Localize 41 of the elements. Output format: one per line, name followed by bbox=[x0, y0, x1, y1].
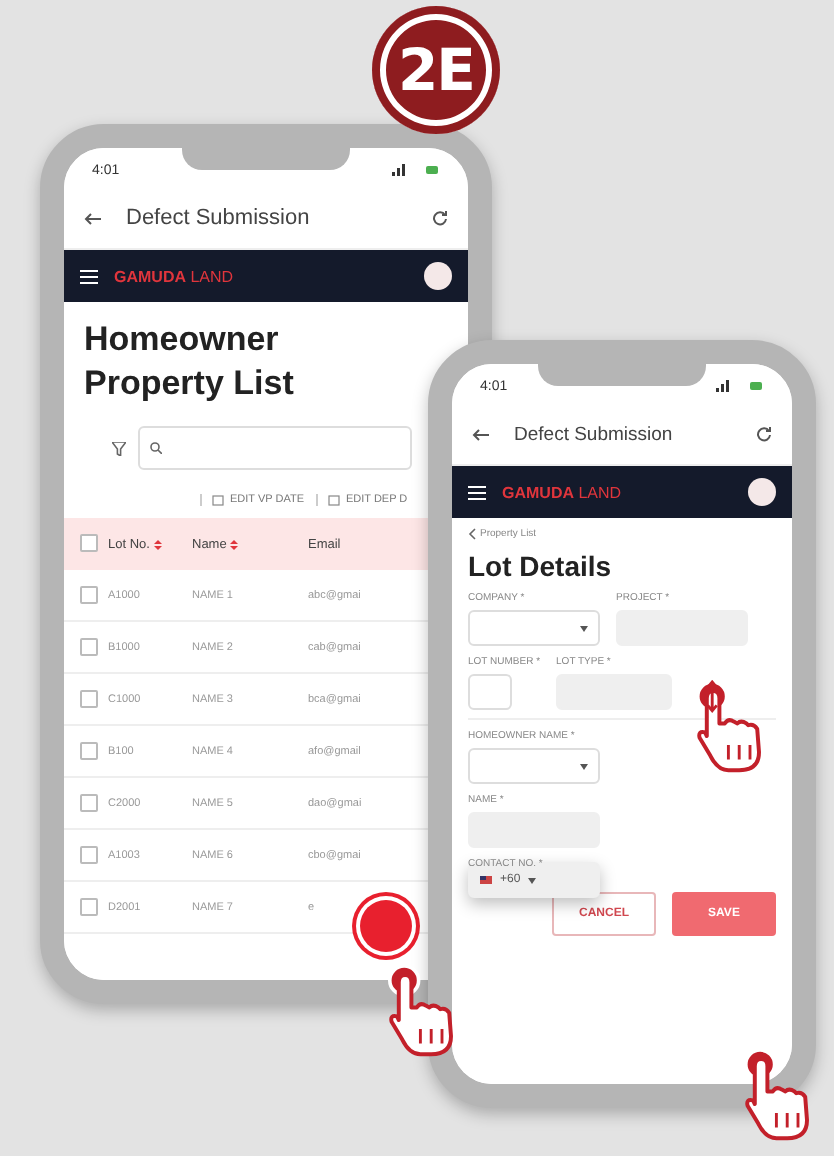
app-title: Defect Submission bbox=[514, 423, 675, 445]
step-badge: 2E bbox=[372, 6, 500, 134]
calendar-icon bbox=[212, 494, 224, 506]
caret-icon bbox=[528, 877, 537, 883]
back-arrow-icon[interactable] bbox=[84, 211, 102, 225]
back-arrow-icon[interactable] bbox=[472, 427, 490, 441]
checkbox[interactable] bbox=[80, 637, 98, 655]
avatar-icon[interactable] bbox=[424, 262, 452, 290]
dropdown-field[interactable] bbox=[468, 610, 600, 646]
checkbox[interactable] bbox=[80, 845, 98, 863]
caret-icon bbox=[580, 763, 588, 769]
checkbox[interactable] bbox=[80, 689, 98, 707]
chevron-left-icon[interactable] bbox=[468, 528, 476, 540]
menu-icon[interactable] bbox=[468, 485, 486, 499]
sort-icon[interactable] bbox=[153, 539, 162, 549]
caret-icon bbox=[580, 625, 588, 631]
status-icons bbox=[392, 164, 440, 176]
page-title: Lot Details bbox=[466, 548, 614, 586]
status-icons bbox=[716, 380, 764, 392]
search-icon bbox=[150, 442, 162, 454]
input-field[interactable] bbox=[468, 674, 512, 710]
filter-icon[interactable] bbox=[112, 441, 126, 455]
refresh-icon[interactable] bbox=[756, 426, 772, 442]
flag-icon bbox=[480, 876, 492, 884]
checkbox[interactable] bbox=[80, 585, 98, 603]
add-button[interactable] bbox=[360, 900, 412, 952]
checkbox[interactable] bbox=[80, 897, 98, 915]
sort-icon[interactable] bbox=[230, 539, 239, 549]
app-title: Defect Submission bbox=[126, 206, 312, 230]
menu-icon[interactable] bbox=[80, 269, 98, 283]
checkbox[interactable] bbox=[80, 793, 98, 811]
search-field[interactable] bbox=[138, 426, 412, 470]
avatar-icon[interactable] bbox=[748, 478, 776, 506]
checkbox[interactable] bbox=[80, 741, 98, 759]
refresh-icon[interactable] bbox=[432, 210, 448, 226]
page-title: Homeowner Property List bbox=[82, 318, 296, 406]
calendar-icon bbox=[327, 494, 340, 506]
checkbox[interactable] bbox=[80, 534, 98, 552]
brand-logo: GAMUDA LAND bbox=[502, 483, 624, 501]
brand-logo: GAMUDA LAND bbox=[114, 267, 236, 285]
dropdown-field[interactable] bbox=[468, 748, 600, 784]
